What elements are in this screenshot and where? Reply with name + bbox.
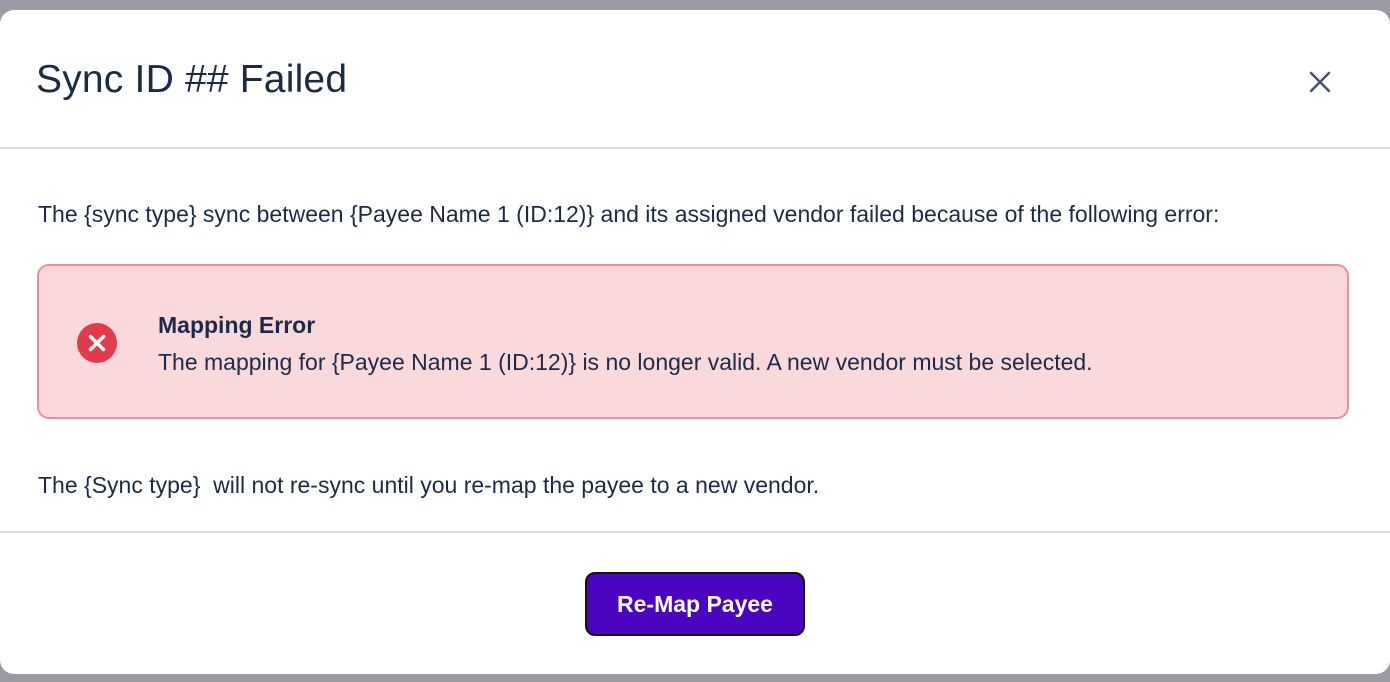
intro-text: The {sync type} sync between {Payee Name… <box>38 201 1220 227</box>
sync-failed-dialog: Sync ID ## Failed The {sync type} sync b… <box>0 10 1390 674</box>
remap-payee-button[interactable]: Re-Map Payee <box>585 572 805 636</box>
dialog-title: Sync ID ## Failed <box>36 58 348 101</box>
error-alert: Mapping Error The mapping for {Payee Nam… <box>37 264 1349 419</box>
alert-title: Mapping Error <box>158 312 316 338</box>
error-circle-x-icon <box>77 323 117 363</box>
dialog-footer: Re-Map Payee <box>0 531 1390 674</box>
resync-note: The {Sync type} will not re-sync until y… <box>38 472 820 498</box>
close-button[interactable] <box>1300 62 1340 102</box>
close-icon <box>1309 71 1331 93</box>
dialog-header: Sync ID ## Failed <box>0 10 1390 149</box>
dialog-body: The {sync type} sync between {Payee Name… <box>0 149 1390 533</box>
alert-message: The mapping for {Payee Name 1 (ID:12)} i… <box>158 349 1093 375</box>
